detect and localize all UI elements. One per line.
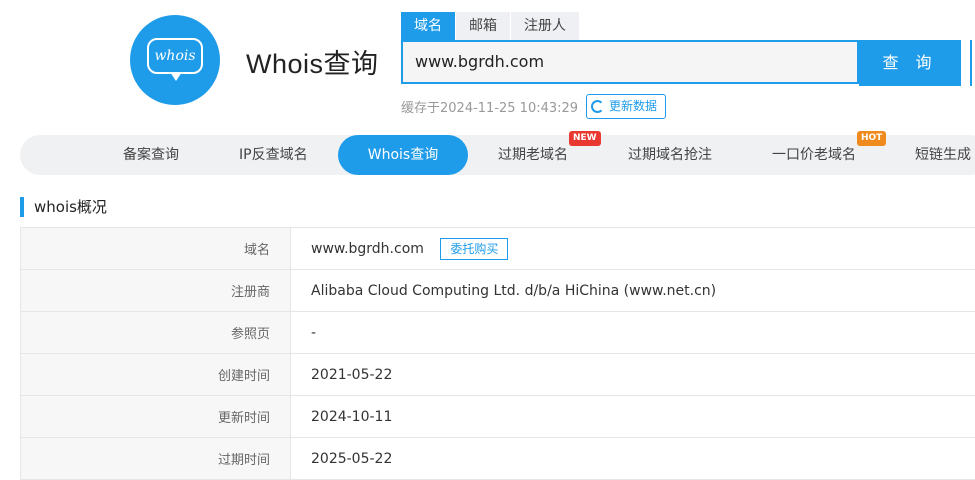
- nav-item-backorder[interactable]: 过期域名抢注: [628, 135, 712, 175]
- created-date-value: 2021-05-22: [291, 354, 975, 396]
- new-badge: NEW: [569, 131, 601, 146]
- refresh-label: 更新数据: [609, 95, 657, 118]
- cache-timestamp: 缓存于2024-11-25 10:43:29: [401, 97, 578, 116]
- site-logo[interactable]: whois: [130, 15, 220, 105]
- updated-date-value: 2024-10-11: [291, 396, 975, 438]
- row-label: 域名: [21, 228, 291, 270]
- table-row: 注册商 Alibaba Cloud Computing Ltd. d/b/a H…: [21, 270, 975, 312]
- search-input[interactable]: www.bgrdh.com: [401, 40, 859, 84]
- row-value-cell: www.bgrdh.com 委托购买: [291, 228, 975, 270]
- entrust-purchase-button[interactable]: 委托购买: [440, 238, 508, 260]
- refresh-icon: [591, 100, 604, 113]
- nav-item-expired-domains[interactable]: 过期老域名: [498, 135, 568, 175]
- nav-item-whois[interactable]: Whois查询: [338, 135, 468, 175]
- domain-value: www.bgrdh.com: [311, 241, 424, 257]
- search-type-tabs: 域名 邮箱 注册人: [401, 12, 580, 40]
- search-tab-email[interactable]: 邮箱: [456, 12, 511, 40]
- row-label: 注册商: [21, 270, 291, 312]
- row-label: 过期时间: [21, 438, 291, 480]
- logo-text: whois: [147, 38, 203, 74]
- nav-item-icp[interactable]: 备案查询: [123, 135, 179, 175]
- registrar-value: Alibaba Cloud Computing Ltd. d/b/a HiChi…: [291, 270, 975, 312]
- row-label: 创建时间: [21, 354, 291, 396]
- referral-value: -: [291, 312, 975, 354]
- nav-item-fixed-price[interactable]: 一口价老域名: [772, 135, 856, 175]
- table-row: 域名 www.bgrdh.com 委托购买: [21, 228, 975, 270]
- row-label: 参照页: [21, 312, 291, 354]
- table-row: 参照页 -: [21, 312, 975, 354]
- search-button[interactable]: 查 询: [859, 40, 961, 86]
- expiry-date-value: 2025-05-22: [291, 438, 975, 480]
- section-title: whois概况: [20, 197, 107, 217]
- nav-item-short-link[interactable]: 短链生成: [915, 135, 971, 175]
- row-label: 更新时间: [21, 396, 291, 438]
- site-title: Whois查询: [246, 42, 379, 81]
- whois-table: 域名 www.bgrdh.com 委托购买 注册商 Alibaba Cloud …: [20, 227, 975, 480]
- main-nav: 备案查询 IP反查域名 Whois查询 过期老域名 过期域名抢注 一口价老域名 …: [20, 135, 975, 175]
- search-tab-domain[interactable]: 域名: [401, 12, 456, 40]
- hot-badge: HOT: [857, 131, 886, 146]
- speech-bubble-tail-icon: [170, 72, 182, 81]
- search-tab-registrant[interactable]: 注册人: [511, 12, 580, 40]
- table-row: 更新时间 2024-10-11: [21, 396, 975, 438]
- table-row: 过期时间 2025-05-22: [21, 438, 975, 480]
- nav-item-ip-reverse[interactable]: IP反查域名: [239, 135, 308, 175]
- table-row: 创建时间 2021-05-22: [21, 354, 975, 396]
- search-box-edge: [970, 40, 975, 86]
- refresh-data-button[interactable]: 更新数据: [586, 94, 666, 119]
